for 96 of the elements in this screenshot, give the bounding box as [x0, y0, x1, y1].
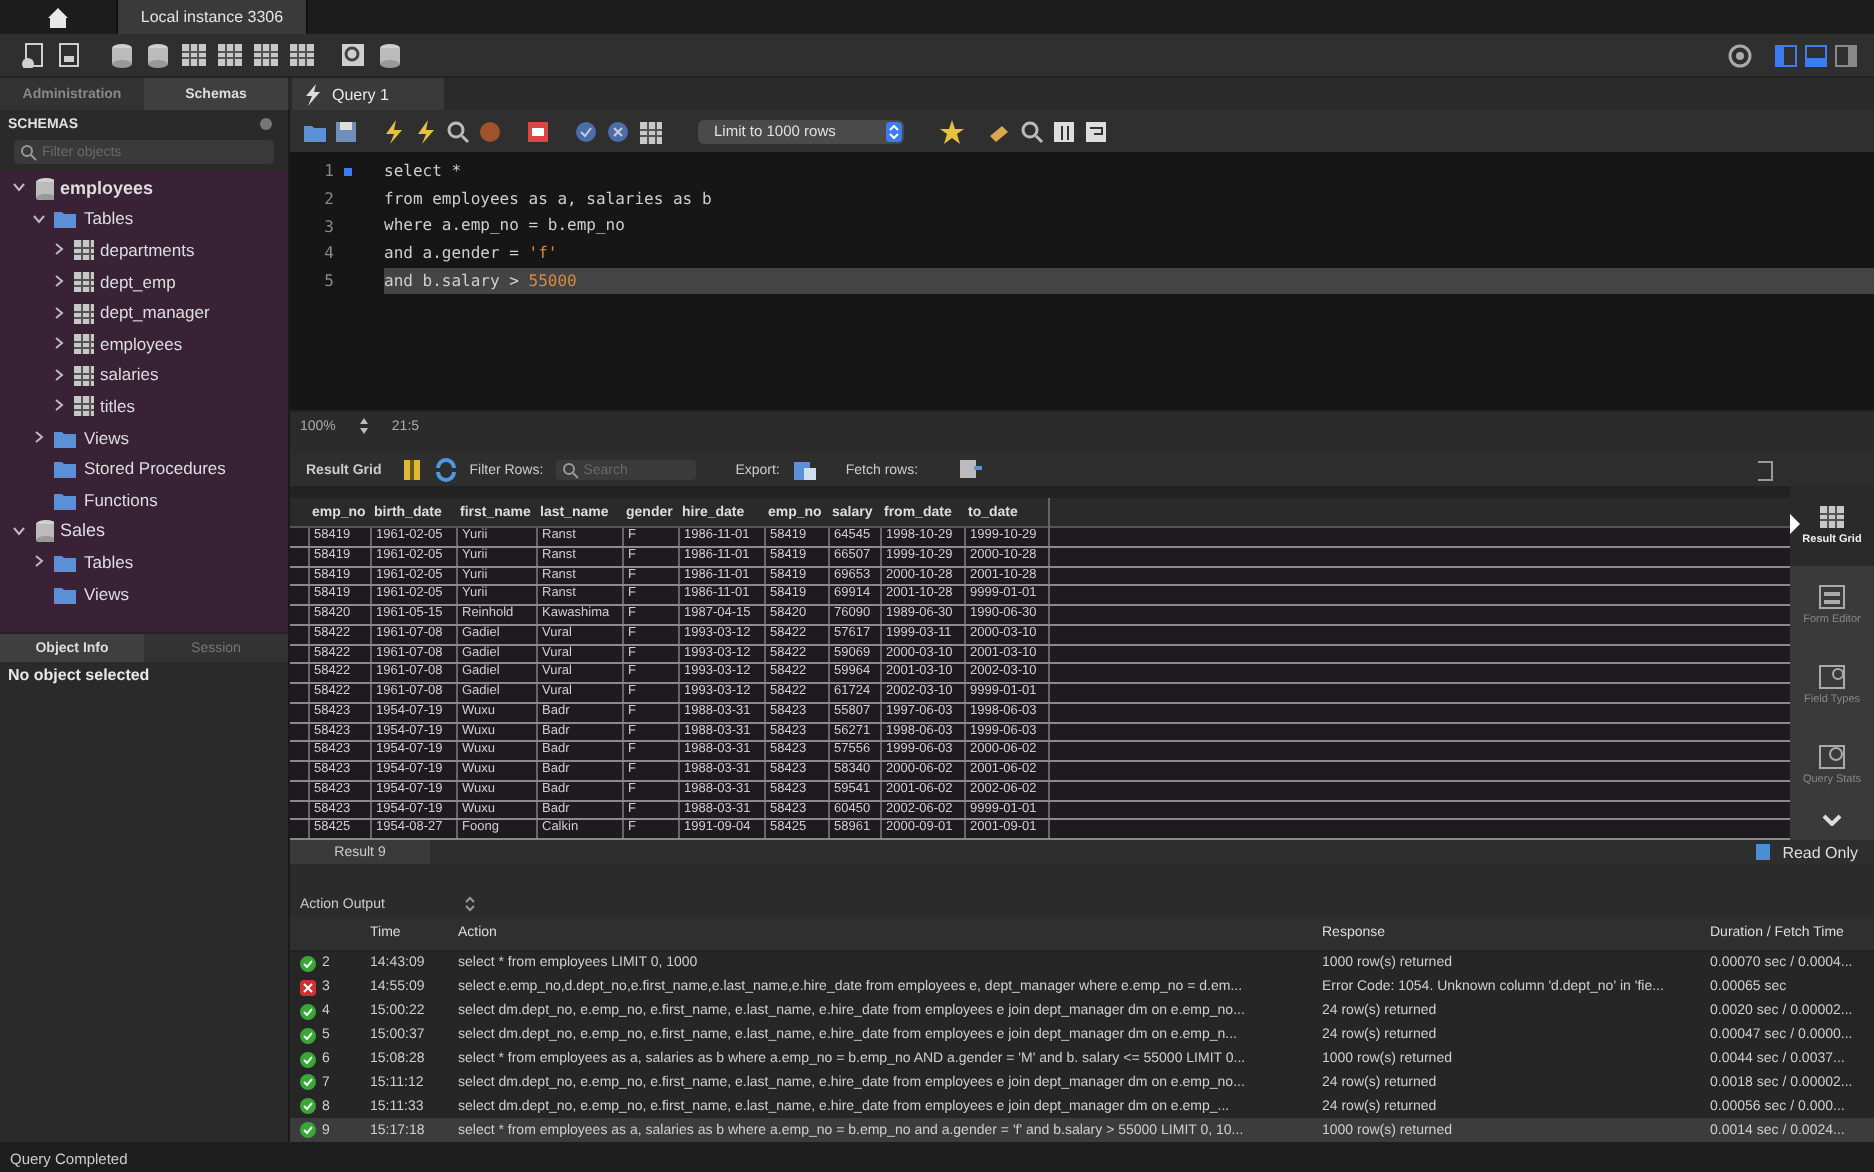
- database-icon[interactable]: [108, 42, 136, 68]
- chevron-right-icon[interactable]: [52, 398, 66, 413]
- folder-icon: [52, 206, 78, 231]
- success-icon: [300, 1027, 316, 1044]
- tree-item[interactable]: Tables: [0, 203, 288, 235]
- line-number: 5: [322, 272, 334, 291]
- table-icon[interactable]: [288, 42, 316, 68]
- code-line: from employees as a, salaries as b: [384, 187, 714, 212]
- updown-icon: [886, 121, 902, 141]
- info-text: No object selected: [6, 664, 152, 688]
- tree-item[interactable]: employees: [0, 327, 288, 360]
- stepper-icon[interactable]: [355, 416, 372, 436]
- success-icon: [300, 1003, 316, 1020]
- database-icon: [32, 518, 54, 543]
- database-icon[interactable]: [144, 42, 172, 68]
- column-icon[interactable]: [401, 458, 422, 482]
- tree-item[interactable]: Sales: [0, 515, 288, 547]
- table-icon[interactable]: [216, 42, 244, 68]
- chevron-right-icon[interactable]: [32, 554, 46, 569]
- tree-item[interactable]: titles: [0, 390, 288, 422]
- folder-icon: [52, 456, 78, 481]
- table-icon[interactable]: [180, 42, 208, 68]
- panel-layout-icon[interactable]: [1834, 43, 1858, 67]
- chevron-down-icon[interactable]: [32, 211, 46, 226]
- table-icon: [72, 238, 94, 261]
- tree-item[interactable]: Stored Procedures: [0, 452, 288, 484]
- pointer-icon: [1790, 514, 1800, 534]
- database-icon: [32, 175, 54, 200]
- lightning-icon: [304, 83, 322, 105]
- chevron-right-icon[interactable]: [52, 305, 66, 320]
- magnifier-icon[interactable]: [446, 119, 470, 143]
- document-gear-icon: [1818, 744, 1846, 771]
- document-search-icon: [1818, 664, 1846, 691]
- grid-icon: [1818, 504, 1846, 531]
- home-icon: [46, 5, 70, 29]
- expand-icon[interactable]: [1756, 459, 1774, 481]
- success-icon: [300, 1074, 316, 1091]
- tree-item[interactable]: Views: [0, 421, 288, 453]
- table-icon: [72, 363, 94, 386]
- tree-item[interactable]: dept_manager: [0, 296, 288, 328]
- paragraph-icon[interactable]: [1052, 119, 1076, 143]
- table-icon[interactable]: [252, 42, 280, 68]
- chevron-down-icon[interactable]: [12, 180, 26, 195]
- query-tab[interactable]: Query 1: [292, 78, 445, 110]
- success-icon: [300, 1098, 316, 1115]
- tree-item[interactable]: employees: [0, 172, 288, 204]
- lightning-icon[interactable]: [414, 119, 438, 143]
- database-icon[interactable]: [376, 42, 404, 68]
- form-icon: [1818, 584, 1846, 611]
- line-number: 1: [322, 162, 334, 181]
- updown-icon: [464, 896, 477, 912]
- toggle-icon[interactable]: [526, 119, 550, 143]
- tree-item[interactable]: Functions: [0, 483, 288, 516]
- connection-tab[interactable]: Local instance 3306: [116, 0, 308, 34]
- document-icon[interactable]: [56, 42, 84, 68]
- cross-circle-icon[interactable]: [606, 119, 630, 143]
- tree-item[interactable]: departments: [0, 234, 288, 266]
- chevron-down-icon[interactable]: [1822, 810, 1842, 826]
- line-number: 4: [322, 244, 334, 263]
- chevron-down-icon[interactable]: [12, 523, 26, 538]
- chevron-right-icon[interactable]: [52, 336, 66, 351]
- code-line: and a.gender = 'f': [384, 242, 560, 267]
- read-only-label: Read Only: [1782, 843, 1858, 861]
- refresh-icon[interactable]: [433, 458, 458, 482]
- success-icon: [300, 1051, 316, 1067]
- chevron-right-icon[interactable]: [52, 367, 66, 382]
- save-icon[interactable]: [334, 119, 358, 143]
- settings-icon[interactable]: [1728, 43, 1752, 67]
- tree-item[interactable]: Views: [0, 577, 288, 609]
- table-icon[interactable]: [638, 119, 662, 143]
- tree-item[interactable]: salaries: [0, 359, 288, 391]
- check-circle-icon[interactable]: [574, 119, 598, 143]
- fetch-icon[interactable]: [958, 458, 985, 482]
- star-icon[interactable]: [940, 119, 964, 143]
- chevron-right-icon[interactable]: [32, 430, 46, 445]
- table-icon: [72, 301, 94, 324]
- tree-item[interactable]: Tables: [0, 546, 288, 578]
- lightning-icon[interactable]: [382, 119, 406, 143]
- tree-item[interactable]: dept_emp: [0, 265, 288, 297]
- table-icon: [72, 332, 94, 355]
- line-number: 2: [322, 190, 334, 209]
- table-icon: [72, 394, 94, 417]
- wrap-icon[interactable]: [1084, 119, 1108, 143]
- success-icon: [300, 955, 316, 972]
- sidebar-layout-icon[interactable]: [1774, 43, 1798, 67]
- export-icon[interactable]: [791, 458, 818, 482]
- table-icon: [72, 270, 94, 293]
- line-number: 3: [322, 217, 334, 236]
- code-line: where a.emp_no = b.emp_no: [384, 214, 627, 239]
- code-line: select *: [384, 160, 464, 184]
- panel-layout-icon[interactable]: [1804, 43, 1828, 67]
- error-icon: [300, 979, 316, 996]
- chevron-right-icon[interactable]: [52, 242, 66, 257]
- document-plus-icon[interactable]: [20, 42, 48, 68]
- chevron-right-icon[interactable]: [52, 274, 66, 289]
- success-icon: [300, 1122, 316, 1139]
